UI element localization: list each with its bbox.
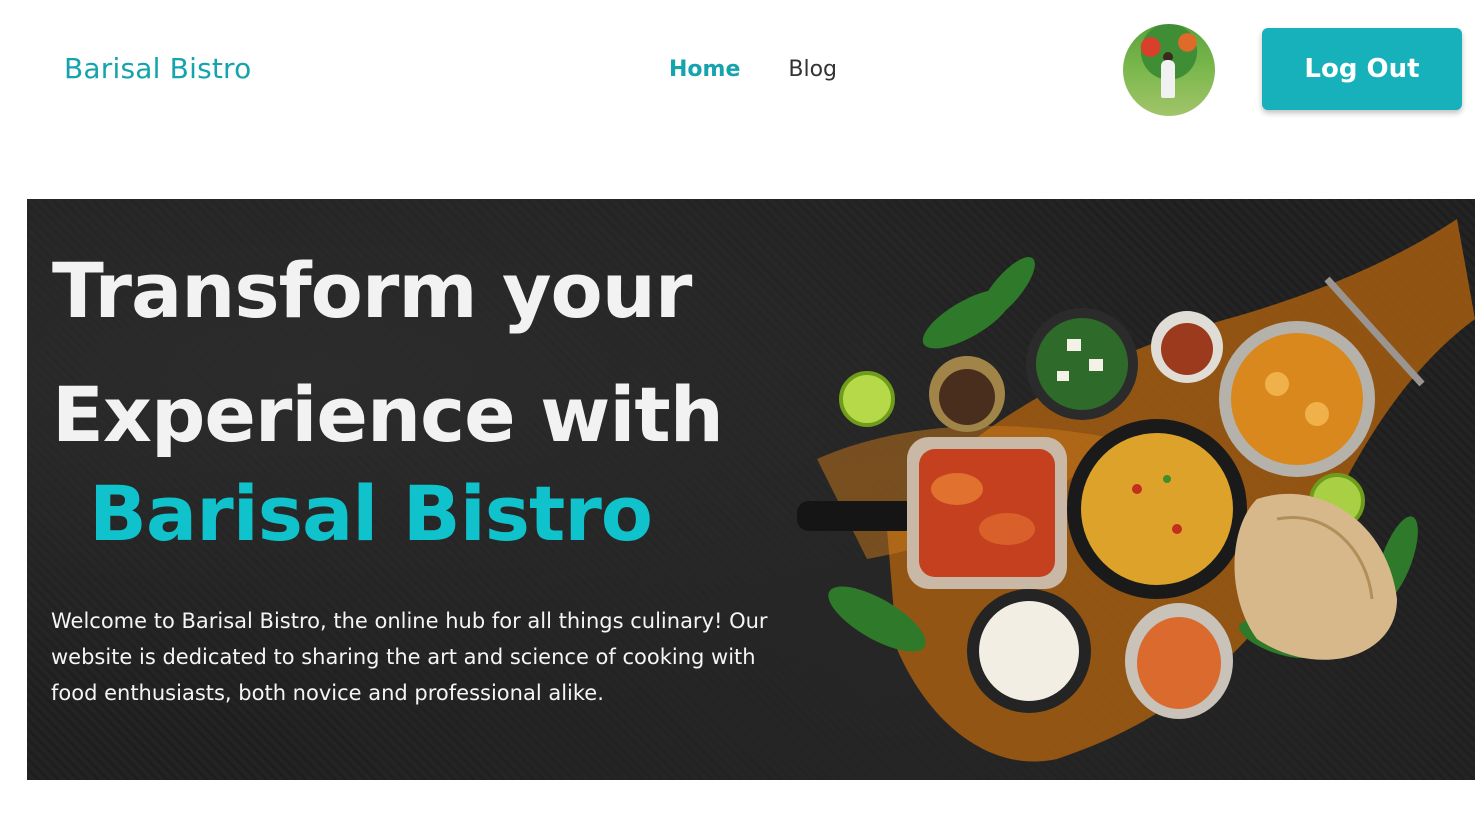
logout-button[interactable]: Log Out bbox=[1262, 28, 1462, 110]
nav-link-blog[interactable]: Blog bbox=[788, 57, 837, 82]
naan-bread bbox=[1234, 493, 1397, 660]
navbar: Barisal Bistro Home Blog Log Out bbox=[0, 0, 1484, 140]
hero-banner: Transform your Experience with Barisal B… bbox=[27, 199, 1475, 780]
brand-logo-link[interactable]: Barisal Bistro bbox=[64, 52, 251, 85]
hero-description: Welcome to Barisal Bistro, the online hu… bbox=[51, 609, 768, 705]
user-avatar[interactable] bbox=[1123, 24, 1215, 116]
avatar-figure bbox=[1161, 60, 1175, 98]
food-platter-image bbox=[797, 219, 1475, 762]
hero-title-line-1: Transform your bbox=[52, 246, 692, 335]
nav-link-home[interactable]: Home bbox=[669, 57, 740, 82]
lime-slice bbox=[839, 371, 895, 427]
hero-brand-name: Barisal Bistro bbox=[89, 469, 653, 558]
hero-title-line-2: Experience with bbox=[52, 370, 724, 459]
hero-title: Transform your Experience with bbox=[52, 229, 724, 477]
nav-links: Home Blog bbox=[669, 57, 837, 82]
chicken-pan-handle bbox=[797, 501, 917, 531]
